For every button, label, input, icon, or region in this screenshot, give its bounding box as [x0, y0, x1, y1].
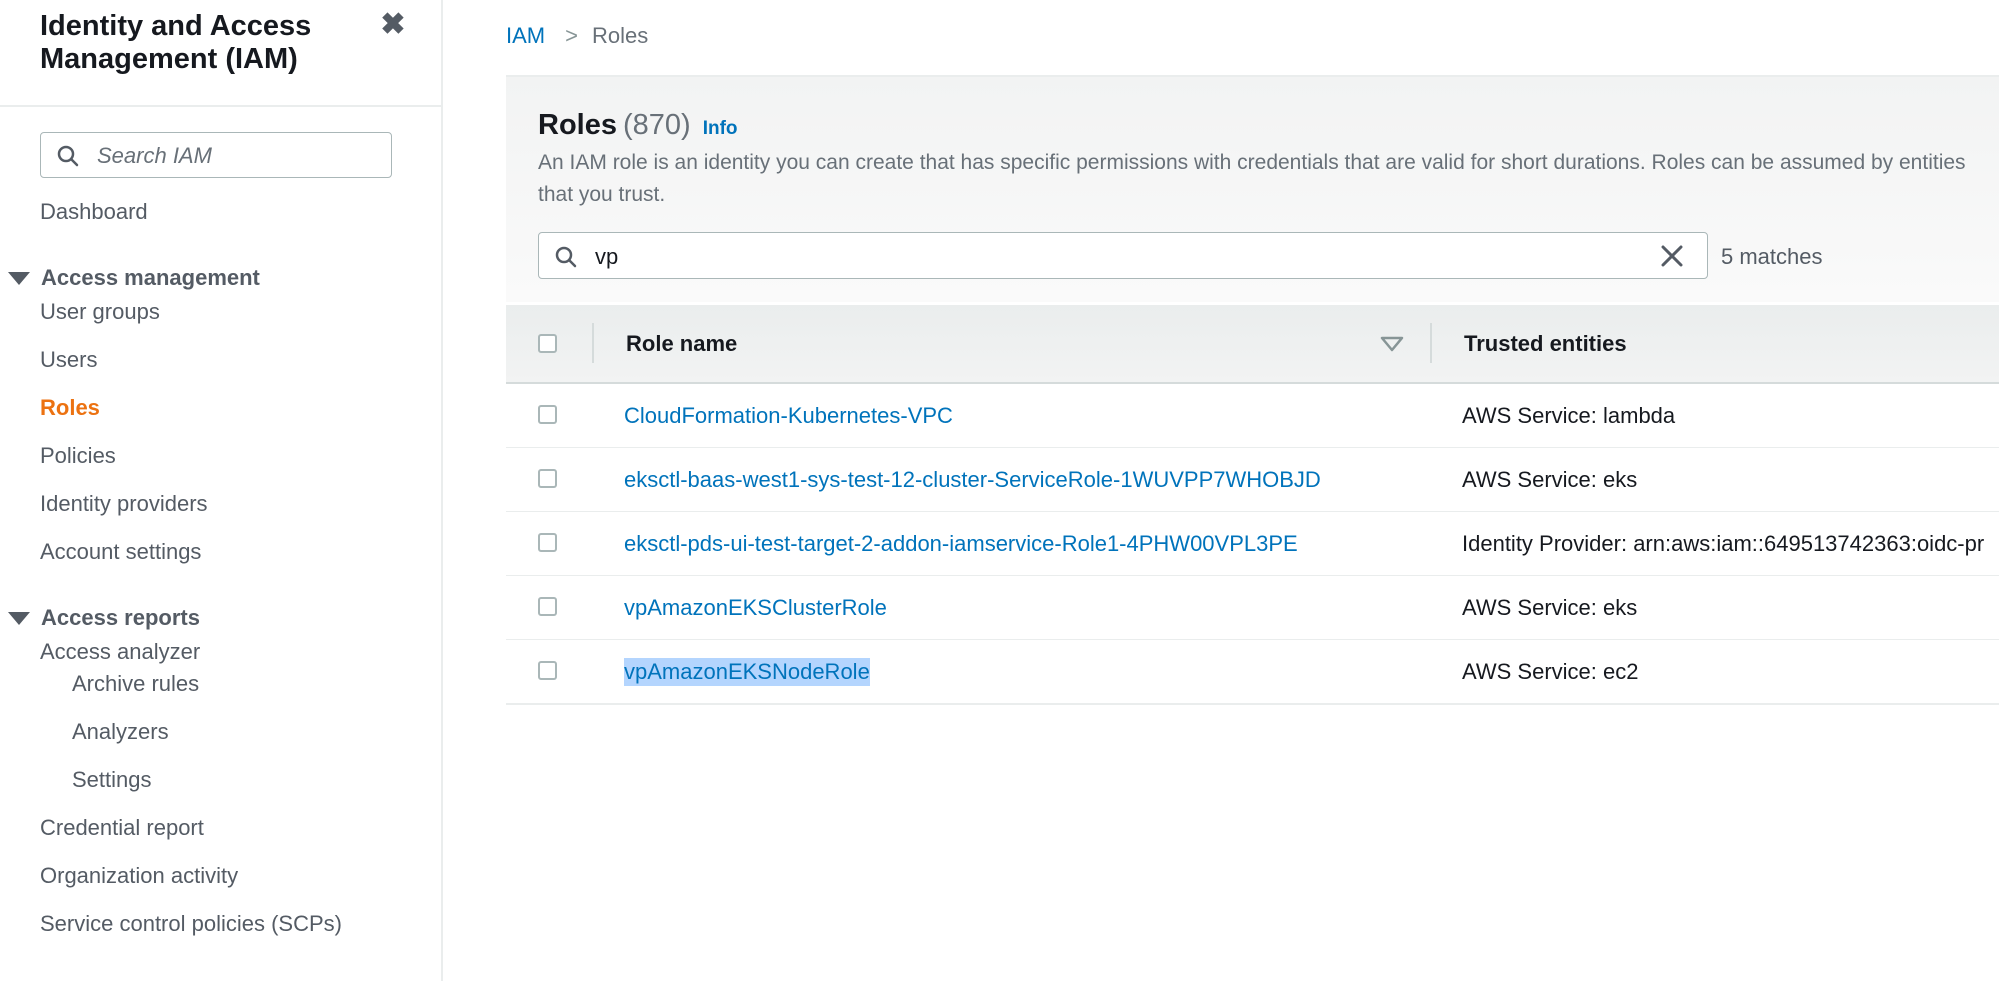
sidebar-title: Identity and Access Management (IAM) — [40, 10, 312, 75]
sidebar-item-account-settings[interactable]: Account settings — [40, 539, 201, 565]
roles-title: Roles — [538, 109, 617, 141]
roles-description: An IAM role is an identity you can creat… — [538, 151, 1966, 206]
table-row: CloudFormation-Kubernetes-VPC AWS Servic… — [506, 384, 1999, 449]
breadcrumb: IAM > Roles — [506, 22, 648, 50]
row-checkbox[interactable] — [538, 597, 557, 616]
caret-down-icon[interactable] — [8, 272, 30, 285]
trusted-entities-value: AWS Service: ec2 — [1462, 659, 1639, 684]
row-checkbox[interactable] — [538, 405, 557, 424]
breadcrumb-iam-link[interactable]: IAM — [506, 23, 545, 48]
trusted-entities-value: AWS Service: lambda — [1462, 403, 1676, 428]
sidebar-item-user-groups[interactable]: User groups — [40, 299, 160, 325]
sidebar-item-analyzers[interactable]: Analyzers — [72, 719, 169, 745]
sort-down-icon[interactable] — [1380, 336, 1404, 352]
table-header: Role name Trusted entities — [506, 305, 1999, 384]
table-row: eksctl-pds-ui-test-target-2-addon-iamser… — [506, 512, 1999, 577]
sidebar-item-credential-report[interactable]: Credential report — [40, 815, 204, 841]
trusted-entities-value: Identity Provider: arn:aws:iam::64951374… — [1462, 531, 1985, 556]
row-checkbox[interactable] — [538, 469, 557, 488]
table-row: vpAmazonEKSClusterRole AWS Service: eks — [506, 576, 1999, 641]
search-icon — [57, 145, 79, 167]
close-icon[interactable]: ✖ — [378, 10, 408, 40]
sidebar-item-scps[interactable]: Service control policies (SCPs) — [40, 911, 342, 937]
sidebar-item-users[interactable]: Users — [40, 347, 97, 373]
role-name-link[interactable]: vpAmazonEKSClusterRole — [624, 594, 887, 622]
chevron-right-icon: > — [565, 23, 578, 48]
trusted-entities-value: AWS Service: eks — [1462, 467, 1638, 492]
sidebar-section-access-reports[interactable]: Access reports — [41, 605, 200, 631]
sidebar-item-archive-rules[interactable]: Archive rules — [72, 671, 199, 697]
search-icon — [555, 246, 577, 268]
sidebar-item-roles[interactable]: Roles — [40, 395, 100, 421]
role-name-link[interactable]: CloudFormation-Kubernetes-VPC — [624, 402, 953, 430]
clear-icon[interactable] — [1659, 243, 1685, 269]
roles-panel-header: Roles (870) Info An IAM role is an identit… — [506, 77, 1999, 302]
role-name-link[interactable]: vpAmazonEKSNodeRole — [624, 658, 870, 686]
roles-filter[interactable] — [538, 232, 1708, 279]
info-link[interactable]: Info — [703, 118, 738, 139]
column-header-trusted-entities[interactable]: Trusted entities — [1464, 331, 1627, 357]
column-divider — [592, 323, 594, 363]
breadcrumb-current: Roles — [591, 23, 649, 48]
sidebar-section-access-management[interactable]: Access management — [41, 265, 260, 291]
row-checkbox[interactable] — [538, 533, 557, 552]
table-row: eksctl-baas-west1-sys-test-12-cluster-Se… — [506, 448, 1999, 513]
search-iam-input[interactable] — [95, 139, 379, 173]
matches-count: 5 matches — [1721, 244, 1823, 269]
role-name-link[interactable]: eksctl-baas-west1-sys-test-12-cluster-Se… — [624, 466, 1321, 494]
sidebar-item-dashboard[interactable]: Dashboard — [40, 199, 148, 225]
roles-panel: Roles (870) Info An IAM role is an identit… — [506, 75, 1999, 707]
row-checkbox[interactable] — [538, 661, 557, 680]
sidebar-item-policies[interactable]: Policies — [40, 443, 116, 469]
role-name-link[interactable]: eksctl-pds-ui-test-target-2-addon-iamser… — [624, 530, 1298, 558]
trusted-entities-value: AWS Service: eks — [1462, 595, 1638, 620]
sidebar-search[interactable] — [40, 132, 392, 178]
column-divider — [1430, 323, 1432, 363]
page-title: Roles (870) Info — [538, 107, 738, 147]
sidebar-item-access-analyzer[interactable]: Access analyzer — [40, 639, 200, 665]
table-row: vpAmazonEKSNodeRole AWS Service: ec2 — [506, 640, 1999, 705]
sidebar: Identity and Access Management (IAM) ✖ D… — [0, 0, 443, 981]
column-header-role-name[interactable]: Role name — [626, 331, 737, 357]
sidebar-item-organization-activity[interactable]: Organization activity — [40, 863, 238, 889]
roles-count: (870) — [622, 109, 691, 141]
caret-down-icon[interactable] — [8, 612, 30, 625]
sidebar-item-identity-providers[interactable]: Identity providers — [40, 491, 208, 517]
sidebar-header: Identity and Access Management (IAM) ✖ — [0, 0, 441, 107]
select-all-checkbox[interactable] — [538, 334, 557, 353]
sidebar-item-analyzer-settings[interactable]: Settings — [72, 767, 152, 793]
roles-filter-input[interactable] — [593, 240, 1647, 274]
